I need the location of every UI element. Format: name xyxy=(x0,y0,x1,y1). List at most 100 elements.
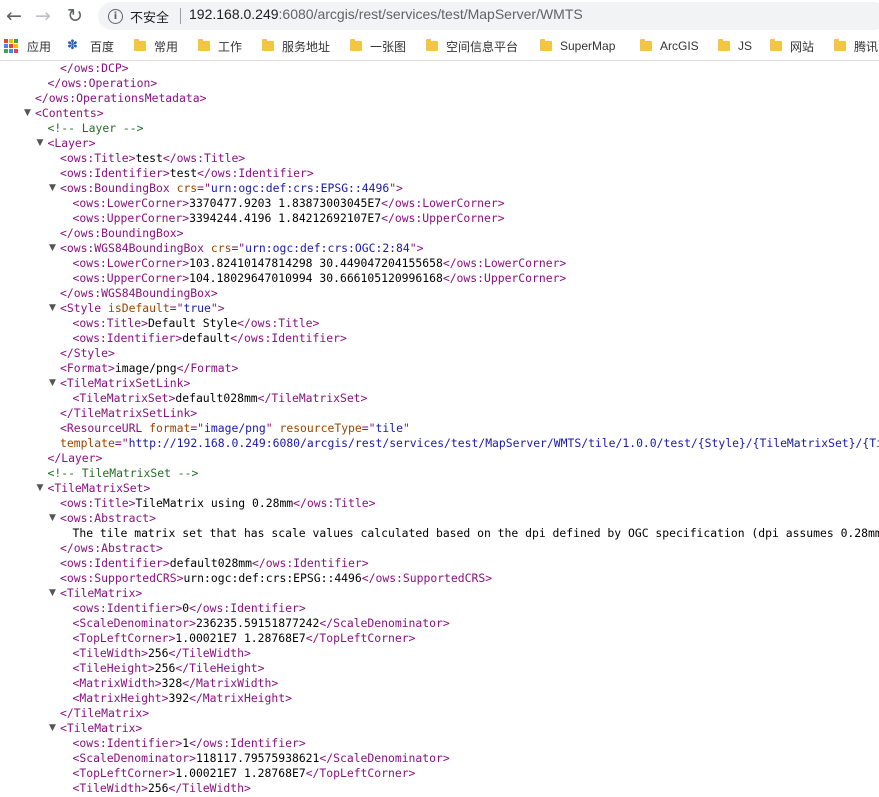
xml-txt: urn:ogc:def:crs:EPSG::4496 xyxy=(183,571,362,585)
bookmark-folder[interactable]: 网站 xyxy=(770,38,814,54)
xml-line: <TopLeftCorner>1.00021E7 1.28768E7</TopL… xyxy=(0,631,879,646)
xml-line-content: <ows:Title>TileMatrix using 0.28mm</ows:… xyxy=(60,496,375,511)
xml-line-content: <ows:WGS84BoundingBox crs="urn:ogc:def:c… xyxy=(60,241,423,256)
xml-line: <ows:SupportedCRS>urn:ogc:def:crs:EPSG::… xyxy=(0,571,879,586)
reload-icon[interactable]: ↻ xyxy=(63,4,87,28)
bookmark-label: 空间信息平台 xyxy=(446,39,519,54)
bookmark-label: 腾讯 xyxy=(854,39,879,54)
xml-line-content: <ResourceURL format="image/png" resource… xyxy=(60,421,410,436)
bookmark-folder[interactable]: 一张图 xyxy=(350,38,406,54)
xml-line: ▼ <ows:WGS84BoundingBox crs="urn:ogc:def:… xyxy=(0,241,879,256)
xml-val: true xyxy=(183,301,211,315)
collapse-toggle-icon[interactable]: ▼ xyxy=(37,136,46,151)
bookmark-folder[interactable]: ArcGIS xyxy=(640,38,699,54)
bookmark-baidu[interactable]: ✽ 百度 xyxy=(67,38,114,54)
xml-line-content: <MatrixHeight>392</MatrixHeight> xyxy=(73,691,292,706)
xml-line-content: <ows:LowerCorner>3370477.9203 1.83873003… xyxy=(73,196,505,211)
collapse-toggle-icon[interactable]: ▼ xyxy=(37,481,46,496)
xml-line: <ows:Identifier>default028mm</ows:Identi… xyxy=(0,556,879,571)
collapse-toggle-icon[interactable]: ▼ xyxy=(49,301,58,316)
xml-line: The tile matrix set that has scale value… xyxy=(0,526,879,541)
xml-tag: </ScaleDenominator> xyxy=(319,751,450,765)
xml-line-content: <ows:UpperCorner>3394244.4196 1.84212692… xyxy=(73,211,505,226)
xml-line: ▼ <ows:Abstract> xyxy=(0,511,879,526)
xml-tag: <TileWidth> xyxy=(72,646,148,660)
xml-line-content: <Layer> xyxy=(48,136,96,151)
collapse-toggle-icon[interactable]: ▼ xyxy=(49,181,58,196)
bookmark-label: ArcGIS xyxy=(660,39,699,53)
xml-line: <TileHeight>256</TileHeight> xyxy=(0,661,879,676)
xml-txt: 1.00021E7 1.28768E7 xyxy=(175,631,306,645)
xml-line: </ows:Operation> xyxy=(0,76,879,91)
xml-tag: </ows:Operation> xyxy=(47,76,158,90)
forward-icon[interactable]: → xyxy=(31,4,55,28)
xml-tag: </ows:Title> xyxy=(162,151,246,165)
xml-line: </ows:Abstract> xyxy=(0,541,879,556)
xml-tag: =" xyxy=(361,421,376,435)
xml-tag: "> xyxy=(409,241,424,255)
collapse-toggle-icon[interactable]: ▼ xyxy=(49,376,58,391)
xml-line: </TileMatrixSetLink> xyxy=(0,406,879,421)
xml-val: tile xyxy=(375,421,403,435)
xml-tag: <ows:Title> xyxy=(72,316,148,330)
xml-tag: </ows:SupportedCRS> xyxy=(361,571,493,585)
bookmark-label: 服务地址 xyxy=(282,39,331,54)
xml-tag: <ows:Title> xyxy=(60,151,136,165)
folder-icon xyxy=(134,39,146,51)
bookmark-apps[interactable]: 应用 xyxy=(4,38,51,54)
xml-tag: </ows:Title> xyxy=(293,496,376,510)
xml-line: <ScaleDenominator>118117.79575938621</Sc… xyxy=(0,751,879,766)
xml-tag: <MatrixHeight> xyxy=(72,691,169,705)
xml-line: ▼ <Style isDefault="true"> xyxy=(0,301,879,316)
bookmark-folder[interactable]: SuperMap xyxy=(540,38,615,54)
xml-txt: 1.00021E7 1.28768E7 xyxy=(175,766,306,780)
bookmark-folder[interactable]: 常用 xyxy=(134,38,178,54)
xml-line: </ows:WGS84BoundingBox> xyxy=(0,286,879,301)
bookmark-label: 百度 xyxy=(90,39,115,54)
xml-line: </TileMatrix> xyxy=(0,706,879,721)
xml-val: urn:ogc:def:crs:EPSG::4496 xyxy=(210,181,390,195)
xml-txt: The tile matrix set that has scale value… xyxy=(72,526,879,540)
xml-tag: </Style> xyxy=(60,346,115,360)
xml-attr: format xyxy=(149,421,191,435)
xml-tag: =" xyxy=(169,301,184,315)
xml-tag: <ows:Identifier> xyxy=(72,601,183,615)
xml-line-content: </Layer> xyxy=(48,451,103,466)
xml-line-content: <!-- Layer --> xyxy=(48,121,144,136)
xml-tag: </ows:Identifier> xyxy=(252,556,369,570)
xml-tag: <ows:BoundingBox xyxy=(60,181,177,195)
xml-tag: <TopLeftCorner> xyxy=(72,631,176,645)
bookmark-folder[interactable]: 空间信息平台 xyxy=(426,38,518,54)
xml-line-content: </Style> xyxy=(60,346,115,361)
xml-line: <ResourceURL format="image/png" resource… xyxy=(0,421,879,436)
xml-line-content: <ows:BoundingBox crs="urn:ogc:def:crs:EP… xyxy=(60,181,403,196)
collapse-toggle-icon[interactable]: ▼ xyxy=(49,511,58,526)
xml-line-content: </ows:BoundingBox> xyxy=(60,226,183,241)
security-label[interactable]: 不安全 xyxy=(130,7,169,26)
collapse-toggle-icon[interactable]: ▼ xyxy=(49,586,58,601)
info-icon[interactable]: i xyxy=(108,9,123,24)
xml-line-content: <ows:Identifier>default028mm</ows:Identi… xyxy=(60,556,369,571)
collapse-toggle-icon[interactable]: ▼ xyxy=(49,241,58,256)
bookmark-folder[interactable]: 服务地址 xyxy=(262,38,330,54)
xml-tag: <Style xyxy=(60,301,109,315)
xml-tag: </TileMatrixSetLink> xyxy=(60,406,198,420)
url-text[interactable]: 192.168.0.249:6080/arcgis/rest/services/… xyxy=(189,6,583,22)
xml-line-content: </TileMatrix> xyxy=(60,706,149,721)
xml-line-content: The tile matrix set that has scale value… xyxy=(73,526,879,541)
bookmark-folder[interactable]: JS xyxy=(718,38,752,54)
xml-line: ▼ <Contents> xyxy=(0,106,879,121)
xml-txt: 392 xyxy=(168,691,190,705)
xml-cmt: <!-- TileMatrixSet --> xyxy=(47,466,199,480)
address-bar[interactable]: i 不安全 192.168.0.249:6080/arcgis/rest/ser… xyxy=(98,2,879,30)
xml-tag: </ows:Identifier> xyxy=(189,601,306,615)
collapse-toggle-icon[interactable]: ▼ xyxy=(24,106,33,121)
xml-tag: <ows:UpperCorner> xyxy=(72,211,190,225)
xml-txt: 256 xyxy=(147,646,169,660)
back-icon[interactable]: ← xyxy=(2,4,26,28)
collapse-toggle-icon[interactable]: ▼ xyxy=(49,721,58,736)
bookmark-folder[interactable]: 腾讯 xyxy=(834,38,878,54)
xml-tag: <ows:SupportedCRS> xyxy=(60,571,184,585)
bookmark-folder[interactable]: 工作 xyxy=(198,38,242,54)
xml-attr: template xyxy=(60,436,115,450)
